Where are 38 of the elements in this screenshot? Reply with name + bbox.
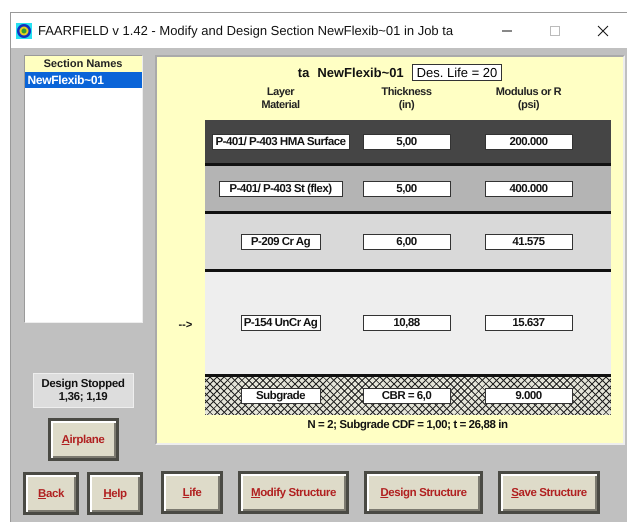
status-values: 1,36; 1,19 xyxy=(58,390,108,404)
section-name: NewFlexib~01 xyxy=(317,64,404,80)
maximize-icon xyxy=(549,24,561,36)
material-field[interactable]: Subgrade xyxy=(240,388,320,404)
design-life: Des. Life = 20 xyxy=(412,64,502,80)
material-field[interactable]: P-209 Cr Ag xyxy=(240,234,320,250)
action-button[interactable]: Design Structure xyxy=(364,471,483,514)
thickness-field[interactable]: 10,88 xyxy=(362,315,450,331)
modulus-field[interactable]: 9.000 xyxy=(484,388,572,404)
thickness-field[interactable]: CBR = 6,0 xyxy=(362,388,450,404)
status-text: Design Stopped xyxy=(41,378,125,390)
material-field[interactable]: P-401/ P-403 HMA Surface xyxy=(212,134,350,150)
list-header: Section Names xyxy=(24,56,142,72)
current-layer-marker: --> xyxy=(178,318,192,330)
close-icon xyxy=(597,24,609,36)
help-button[interactable]: Help xyxy=(87,472,143,515)
modulus-field[interactable]: 15.637 xyxy=(484,315,572,331)
action-button[interactable]: Life xyxy=(161,471,223,514)
column-header: Layer Material xyxy=(260,86,301,113)
thickness-field[interactable]: 5,00 xyxy=(362,134,450,150)
job-name: ta xyxy=(298,64,310,80)
thickness-field[interactable]: 6,00 xyxy=(362,234,450,250)
modulus-field[interactable]: 41.575 xyxy=(484,234,572,250)
action-button[interactable]: Modify Structure xyxy=(238,471,349,514)
action-button[interactable]: Save Structure xyxy=(498,471,600,514)
material-field[interactable]: P-401/ P-403 St (flex) xyxy=(218,180,342,196)
window-title: FAARFIELD v 1.42 - Modify and Design Section NewFlexib~01 in Job ta xyxy=(38,23,454,38)
back-button[interactable]: Back xyxy=(23,472,79,515)
material-field[interactable]: P-154 UnCr Ag xyxy=(240,315,320,331)
modulus-field[interactable]: 200.000 xyxy=(484,134,572,150)
column-header: Thickness (in) xyxy=(380,86,433,113)
section-item[interactable]: NewFlexib~01 xyxy=(24,72,142,88)
modulus-field[interactable]: 400.000 xyxy=(484,180,572,196)
thickness-field[interactable]: 5,00 xyxy=(362,180,450,196)
column-header: Modulus or R (psi) xyxy=(494,86,562,113)
summary-text: N = 2; Subgrade CDF = 1,00; t = 26,88 in xyxy=(307,419,508,431)
airplane-button[interactable]: Airplane xyxy=(48,418,118,461)
app-logo-icon xyxy=(16,22,32,38)
